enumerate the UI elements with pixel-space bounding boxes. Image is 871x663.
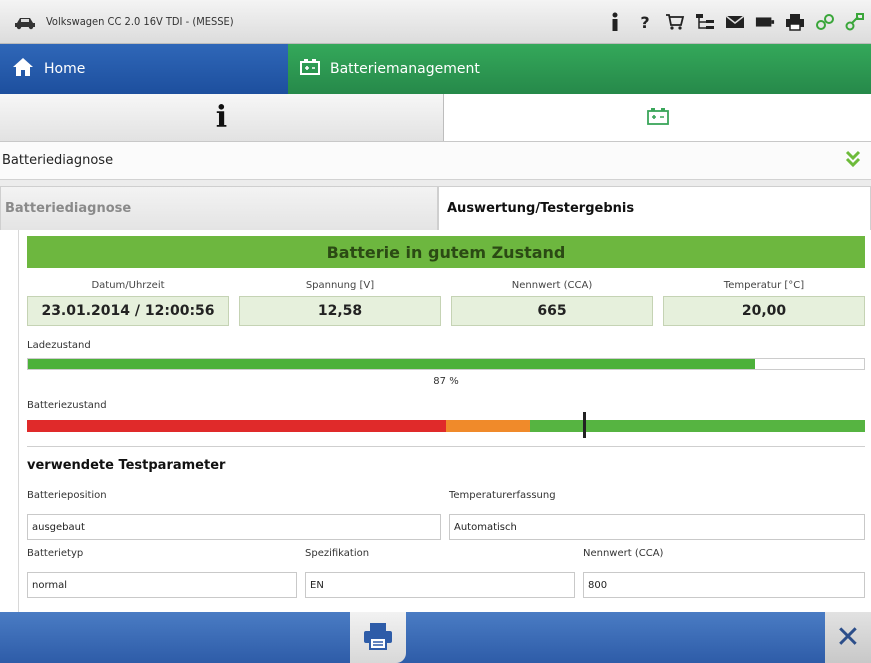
health-label: Batteriezustand [27, 400, 107, 411]
main-tabs: i [0, 94, 871, 142]
info-icon: i [215, 100, 228, 135]
mail-icon[interactable] [725, 12, 745, 32]
toolbar-icons: ? [605, 0, 865, 44]
tab-info[interactable]: i [0, 94, 444, 141]
divider [27, 446, 865, 447]
spec-field[interactable]: EN [305, 572, 575, 598]
result-panel: Batterie in gutem Zustand Datum/Uhrzeit … [18, 230, 871, 612]
metric-datetime: Datum/Uhrzeit 23.01.2014 / 12:00:56 [27, 276, 229, 336]
metric-label: Nennwert (CCA) [511, 280, 593, 291]
metric-cca: Nennwert (CCA) 665 [451, 276, 653, 336]
chevron-down-icon[interactable] [845, 150, 861, 168]
metric-voltage: Spannung [V] 12,58 [239, 276, 441, 336]
metric-label: Temperatur [°C] [723, 280, 805, 291]
metrics-row: Datum/Uhrzeit 23.01.2014 / 12:00:56 Span… [27, 276, 865, 336]
metric-value: 20,00 [663, 296, 865, 326]
status-banner: Batterie in gutem Zustand [27, 236, 865, 268]
diagnosis-dropdown[interactable]: Batteriediagnose [0, 142, 871, 180]
temp-capture-field[interactable]: Automatisch [449, 514, 865, 540]
print-button[interactable] [350, 612, 406, 663]
battery-type-field[interactable]: normal [27, 572, 297, 598]
dropdown-value: Batteriediagnose [2, 153, 114, 168]
battery-position-label: Batterieposition [27, 490, 107, 501]
tab-auswertung[interactable]: Auswertung/Testergebnis [438, 186, 871, 230]
charge-percent: 87 % [433, 376, 459, 387]
cca-label: Nennwert (CCA) [583, 548, 664, 559]
bottom-bar: ✕ [0, 612, 871, 663]
cart-icon[interactable] [665, 12, 685, 32]
printer-icon[interactable] [785, 12, 805, 32]
tab-battery[interactable] [444, 94, 871, 141]
health-marker [583, 412, 587, 438]
battery-icon[interactable] [755, 12, 775, 32]
temp-capture-label: Temperaturerfassung [449, 490, 556, 501]
sub-tabs: Batteriediagnose Auswertung/Testergebnis [0, 180, 871, 230]
help-icon[interactable]: ? [635, 12, 655, 32]
tab-batteriediagnose[interactable]: Batteriediagnose [0, 186, 438, 230]
metric-value: 665 [451, 296, 653, 326]
charge-progress-bar [27, 358, 865, 370]
battery-type-label: Batterietyp [27, 548, 84, 559]
spec-label: Spezifikation [305, 548, 370, 559]
charge-progress-fill [28, 359, 756, 369]
metric-label: Datum/Uhrzeit [91, 280, 165, 291]
nav-module-label: Batteriemanagement [330, 61, 480, 77]
nav-home-button[interactable]: Home [0, 44, 288, 94]
close-button[interactable]: ✕ [825, 612, 871, 663]
nav-battery-management[interactable]: Batteriemanagement [288, 44, 871, 94]
health-bar [27, 412, 865, 438]
nav-home-label: Home [44, 61, 86, 77]
window-title: Volkswagen CC 2.0 16V TDI - (MESSE) [46, 15, 234, 28]
metric-value: 12,58 [239, 296, 441, 326]
battery-position-field[interactable]: ausgebaut [27, 514, 441, 540]
nav-bar: Home Batteriemanagement [0, 44, 871, 94]
metric-label: Spannung [V] [305, 280, 375, 291]
health-segment [529, 420, 865, 432]
person-info-icon[interactable] [605, 12, 625, 32]
health-segment [446, 420, 530, 432]
charge-label: Ladezustand [27, 340, 91, 351]
battery-tab-icon [646, 107, 670, 129]
car-icon [14, 15, 36, 29]
health-segment [27, 420, 446, 432]
battery-module-icon [300, 59, 320, 79]
connect-icon[interactable] [845, 12, 865, 32]
printer-icon [361, 621, 395, 655]
metric-value: 23.01.2014 / 12:00:56 [27, 296, 229, 326]
home-icon [12, 57, 34, 81]
cca-field[interactable]: 800 [583, 572, 865, 598]
link-icon[interactable] [815, 12, 835, 32]
metric-temperature: Temperatur [°C] 20,00 [663, 276, 865, 336]
params-title: verwendete Testparameter [27, 458, 226, 473]
tree-icon[interactable] [695, 12, 715, 32]
title-bar: Volkswagen CC 2.0 16V TDI - (MESSE) ? [0, 0, 871, 44]
